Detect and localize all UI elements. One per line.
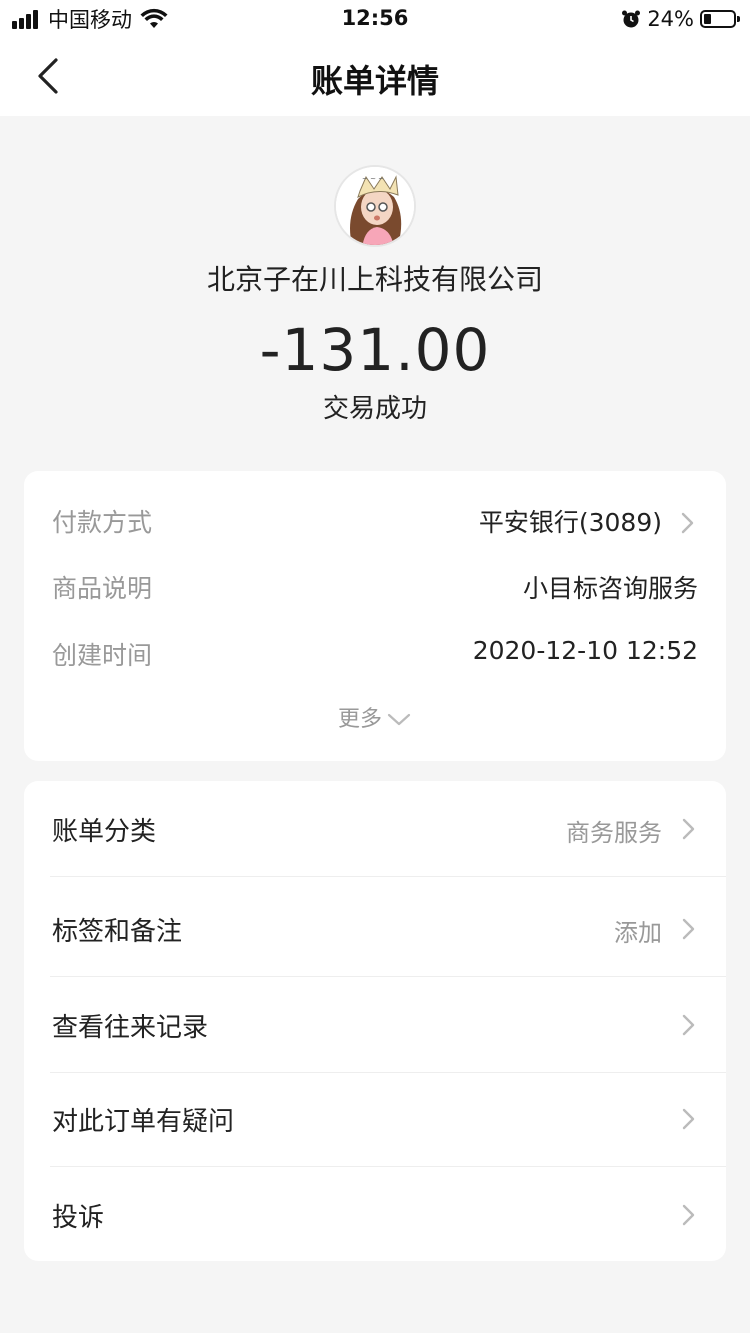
status-bar: 中国移动 12:56 24% [0,0,750,38]
list-item-label: 账单分类 [52,817,157,847]
actions-card: 账单分类 商务服务 标签和备注 添加 查看往来记录 对此订单有疑问 投诉 [24,781,726,1261]
chevron-right-icon [682,818,695,840]
list-item-label: 查看往来记录 [52,1013,209,1043]
chevron-down-icon [387,713,411,726]
list-item-view-records[interactable]: 查看往来记录 [24,977,726,1073]
chevron-right-icon [682,1108,695,1130]
detail-value: 小目标咨询服务 [522,574,698,603]
page-title: 账单详情 [310,62,439,100]
list-item-label: 对此订单有疑问 [52,1107,235,1137]
nav-bar: 账单详情 [0,38,750,116]
chevron-right-icon [682,918,695,940]
battery-percentage: 24% [647,7,694,31]
list-item-value: 添加 [614,919,662,947]
chevron-right-icon [682,1204,695,1226]
chevron-right-icon [682,1014,695,1036]
details-card: 付款方式 平安银行(3089) 商品说明 小目标咨询服务 创建时间 2020-1… [24,471,726,761]
merchant-name: 北京子在川上科技有限公司 [206,263,543,296]
more-label: 更多 [337,707,382,732]
merchant-avatar: ~ ~ ~ [334,165,416,247]
detail-value: 2020-12-10 12:52 [472,636,698,665]
list-item-bill-category[interactable]: 账单分类 商务服务 [24,781,726,877]
detail-label: 付款方式 [52,508,153,537]
svg-text:~ ~ ~: ~ ~ ~ [362,175,384,183]
list-item-order-question[interactable]: 对此订单有疑问 [24,1071,726,1167]
transaction-status: 交易成功 [322,394,427,424]
detail-label: 创建时间 [52,641,153,670]
list-item-label: 标签和备注 [52,917,183,947]
list-item-value: 商务服务 [566,819,662,847]
detail-row-created-time: 创建时间 2020-12-10 12:52 [52,636,698,676]
detail-row-product-description: 商品说明 小目标咨询服务 [52,569,698,609]
list-item-complaint[interactable]: 投诉 [24,1167,726,1263]
list-item-tags-notes[interactable]: 标签和备注 添加 [24,881,726,977]
alarm-icon [622,10,641,28]
battery-icon [700,10,740,28]
avatar-illustration: ~ ~ ~ [336,167,414,245]
detail-label: 商品说明 [52,574,153,603]
chevron-right-icon [681,512,694,534]
detail-row-payment-method[interactable]: 付款方式 平安银行(3089) [52,503,698,543]
divider [50,876,726,877]
status-right: 24% [621,6,740,32]
transaction-amount: -131.00 [259,316,491,384]
detail-value: 平安银行(3089) [478,508,662,537]
more-button[interactable]: 更多 [24,701,726,733]
list-item-label: 投诉 [52,1203,105,1233]
